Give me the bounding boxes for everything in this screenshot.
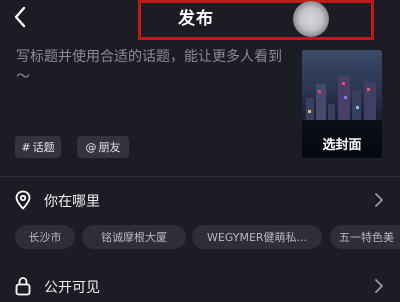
location-suggestion[interactable]: 五一特色美	[330, 225, 400, 249]
chevron-right-icon	[375, 279, 383, 293]
topic-chip-label: 话题	[32, 141, 55, 154]
location-pin-icon	[15, 190, 31, 210]
location-suggestion[interactable]: 铭诚摩根大厦	[82, 225, 186, 249]
caption-input[interactable]: 写标题并使用合适的话题，能让更多人看到～	[16, 47, 292, 87]
location-suggestion[interactable]: 长沙市	[15, 225, 75, 249]
title-highlight-box	[138, 0, 374, 40]
location-suggestion[interactable]: WEGYMER健萌私...	[192, 225, 322, 249]
topic-chip[interactable]: # 话题	[15, 136, 61, 158]
privacy-row[interactable]: 公开可见	[0, 272, 400, 300]
cover-select-label: 选封面	[322, 138, 362, 153]
location-label: 你在哪里	[44, 194, 100, 210]
privacy-label: 公开可见	[44, 280, 100, 296]
at-icon: @	[85, 140, 97, 154]
location-row[interactable]: 你在哪里	[0, 186, 400, 214]
back-button[interactable]	[8, 4, 34, 30]
cover-thumbnail[interactable]: 选封面	[302, 50, 382, 158]
touch-indicator	[293, 1, 329, 37]
lock-icon	[15, 277, 31, 296]
page-title: 发布	[178, 9, 214, 29]
chevron-left-icon	[14, 6, 26, 28]
chevron-right-icon	[375, 193, 383, 207]
divider	[0, 176, 400, 177]
mention-friend-chip[interactable]: @ 朋友	[77, 136, 129, 158]
mention-chip-label: 朋友	[98, 141, 121, 154]
hashtag-icon: #	[21, 140, 31, 154]
